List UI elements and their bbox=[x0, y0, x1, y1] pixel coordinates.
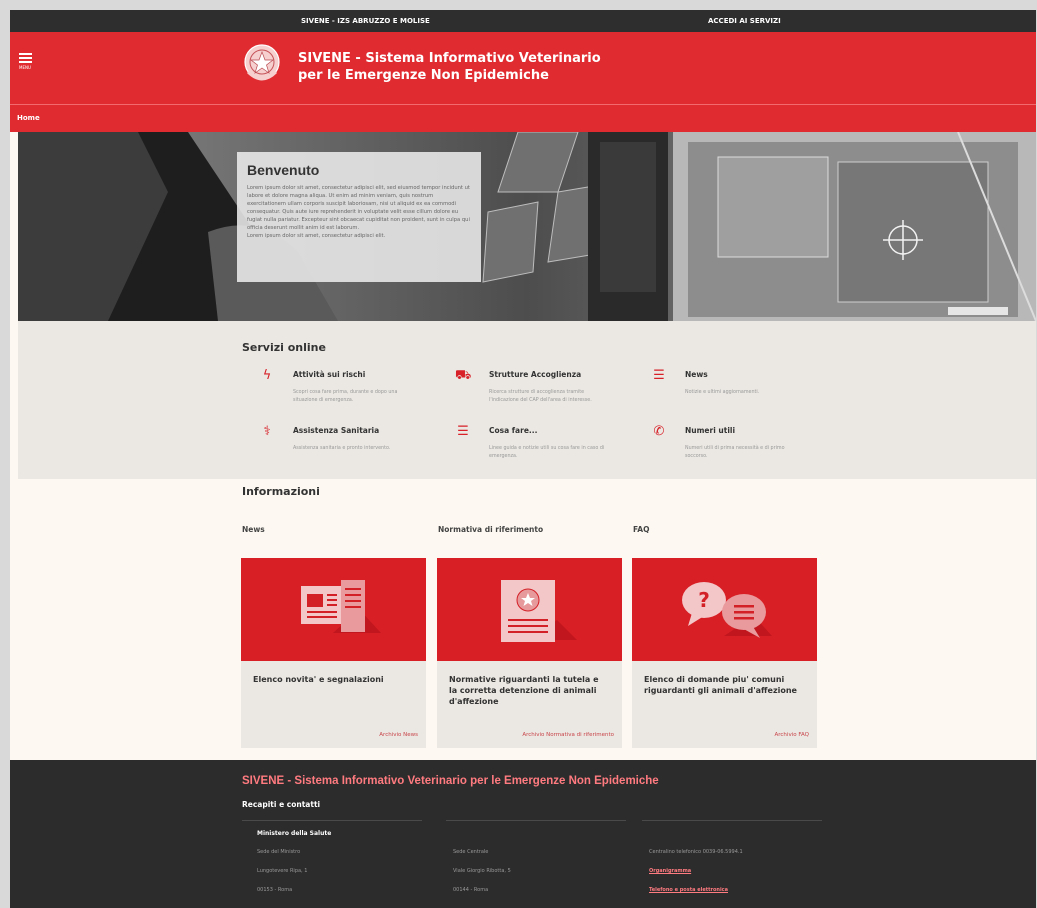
chat-question-icon: ? bbox=[682, 582, 772, 638]
service-desc: Linee guida e notizie utili su cosa fare… bbox=[489, 446, 605, 459]
card-image bbox=[437, 558, 622, 661]
svg-text:?: ? bbox=[698, 588, 710, 612]
breadcrumb-home[interactable]: Home bbox=[17, 114, 40, 122]
header: MENU SIVENE - Sistema Informativo Veteri… bbox=[10, 32, 1036, 105]
welcome-text: Lorem ipsum dolor sit amet, consectetur … bbox=[247, 185, 470, 231]
footer: SIVENE - Sistema Informativo Veterinario… bbox=[10, 760, 1036, 908]
card-image: ? bbox=[632, 558, 817, 661]
archive-faq-link[interactable]: Archivio FAQ bbox=[775, 732, 810, 738]
divider bbox=[642, 820, 822, 821]
site-title-line2: per le Emergenze Non Epidemiche bbox=[298, 68, 549, 83]
ministry-address: Lungotevere Ripa, 1 bbox=[257, 868, 308, 874]
welcome-text-2: Lorem ipsum dolor sit amet, consectetur … bbox=[247, 233, 386, 239]
contacts-title: Recapiti e contatti bbox=[242, 800, 321, 809]
hero-banner: Benvenuto Lorem ipsum dolor sit amet, co… bbox=[18, 132, 1036, 321]
online-services-section: Servizi online ϟ Attività sui rischi Sco… bbox=[18, 321, 1036, 479]
service-desc: Notizie e ultimi aggiornamenti. bbox=[685, 390, 760, 395]
hamburger-icon-bar bbox=[19, 57, 32, 59]
document-emblem-icon bbox=[501, 580, 577, 642]
service-title[interactable]: Assistenza Sanitaria bbox=[293, 426, 379, 435]
hq-city: 00144 - Roma bbox=[453, 887, 489, 893]
service-desc: Scopri cosa fare prima, durante e dopo u… bbox=[293, 390, 398, 403]
service-title[interactable]: Numeri utili bbox=[685, 426, 735, 435]
login-link[interactable]: ACCEDI AI SERVIZI bbox=[708, 17, 781, 25]
card-image bbox=[241, 558, 426, 661]
site-link[interactable]: SIVENE - IZS ABRUZZO E MOLISE bbox=[301, 17, 430, 25]
column-label-normativa: Normativa di riferimento bbox=[438, 525, 544, 534]
card-title: Elenco di domande piu' comuni riguardant… bbox=[644, 675, 797, 695]
list-icon: ☰ bbox=[653, 368, 665, 383]
card-title: Elenco novita' e segnalazioni bbox=[253, 675, 384, 684]
card-title: Normative riguardanti la tutela e la cor… bbox=[449, 675, 599, 706]
service-title[interactable]: Cosa fare... bbox=[489, 426, 537, 435]
service-desc: Ricerca strutture di accoglienza tramite… bbox=[489, 390, 592, 403]
footer-title: SIVENE - Sistema Informativo Veterinario… bbox=[242, 775, 659, 787]
card-news[interactable]: Elenco novita' e segnalazioni Archivio N… bbox=[241, 558, 426, 748]
phone-email-link[interactable]: Telefono e posta elettronica bbox=[649, 887, 743, 906]
menu-button[interactable]: MENU bbox=[19, 53, 35, 75]
footer-column-headquarters: Sede Centrale Viale Giorgio Ribotta, 5 0… bbox=[453, 849, 511, 906]
column-label-news: News bbox=[242, 525, 265, 534]
hero-image bbox=[18, 132, 1036, 321]
hq-address: Viale Giorgio Ribotta, 5 bbox=[453, 868, 511, 874]
site-title-line1: SIVENE - Sistema Informativo Veterinario bbox=[298, 51, 601, 66]
menu-label: MENU bbox=[19, 65, 31, 70]
divider bbox=[242, 820, 422, 821]
bed-icon: ⛟ bbox=[455, 368, 472, 383]
list-icon: ☰ bbox=[457, 424, 469, 439]
footer-column-contacts: Centralino telefonico 0039-06.5994.1 Org… bbox=[649, 849, 743, 906]
organigramma-link[interactable]: Organigramma bbox=[649, 868, 743, 887]
information-title: Informazioni bbox=[242, 485, 320, 498]
ministry-city: 00153 - Roma bbox=[257, 887, 293, 893]
top-bar: SIVENE - IZS ABRUZZO E MOLISE ACCEDI AI … bbox=[10, 10, 1036, 32]
service-title[interactable]: Strutture Accoglienza bbox=[489, 370, 581, 379]
footer-column-ministry: Ministero della Salute Sede del Ministro… bbox=[257, 830, 331, 906]
page: SIVENE - IZS ABRUZZO E MOLISE ACCEDI AI … bbox=[10, 10, 1036, 908]
welcome-box: Benvenuto Lorem ipsum dolor sit amet, co… bbox=[237, 152, 481, 282]
column-label-faq: FAQ bbox=[633, 525, 650, 534]
service-desc: Assistenza sanitaria e pronto intervento… bbox=[293, 446, 391, 451]
card-normativa[interactable]: Normative riguardanti la tutela e la cor… bbox=[437, 558, 622, 748]
service-title[interactable]: Attività sui rischi bbox=[293, 370, 365, 379]
phone-icon: ✆ bbox=[653, 424, 665, 439]
card-faq[interactable]: ? Elenco di domande piu' comuni riguarda… bbox=[632, 558, 817, 748]
divider bbox=[446, 820, 626, 821]
hamburger-icon bbox=[19, 53, 32, 55]
breadcrumb: Home bbox=[10, 105, 1036, 132]
archive-normativa-link[interactable]: Archivio Normativa di riferimento bbox=[522, 732, 614, 738]
italian-republic-emblem-icon bbox=[244, 44, 280, 81]
hamburger-icon-bar bbox=[19, 61, 32, 63]
ministry-office: Sede del Ministro bbox=[257, 849, 301, 855]
hq-label: Sede Centrale bbox=[453, 849, 489, 855]
lightning-icon: ϟ bbox=[262, 368, 272, 383]
medical-person-icon: ⚕ bbox=[263, 424, 271, 439]
newspaper-icon bbox=[301, 580, 381, 633]
archive-news-link[interactable]: Archivio News bbox=[379, 732, 418, 738]
online-services-title: Servizi online bbox=[242, 341, 326, 354]
switchboard-phone: Centralino telefonico 0039-06.5994.1 bbox=[649, 849, 743, 855]
welcome-title: Benvenuto bbox=[247, 162, 320, 178]
ministry-name: Ministero della Salute bbox=[257, 830, 332, 837]
service-desc: Numeri utili di prima necessità e di pri… bbox=[685, 446, 785, 459]
site-title[interactable]: SIVENE - Sistema Informativo Veterinario… bbox=[298, 50, 601, 84]
service-title[interactable]: News bbox=[685, 370, 708, 379]
